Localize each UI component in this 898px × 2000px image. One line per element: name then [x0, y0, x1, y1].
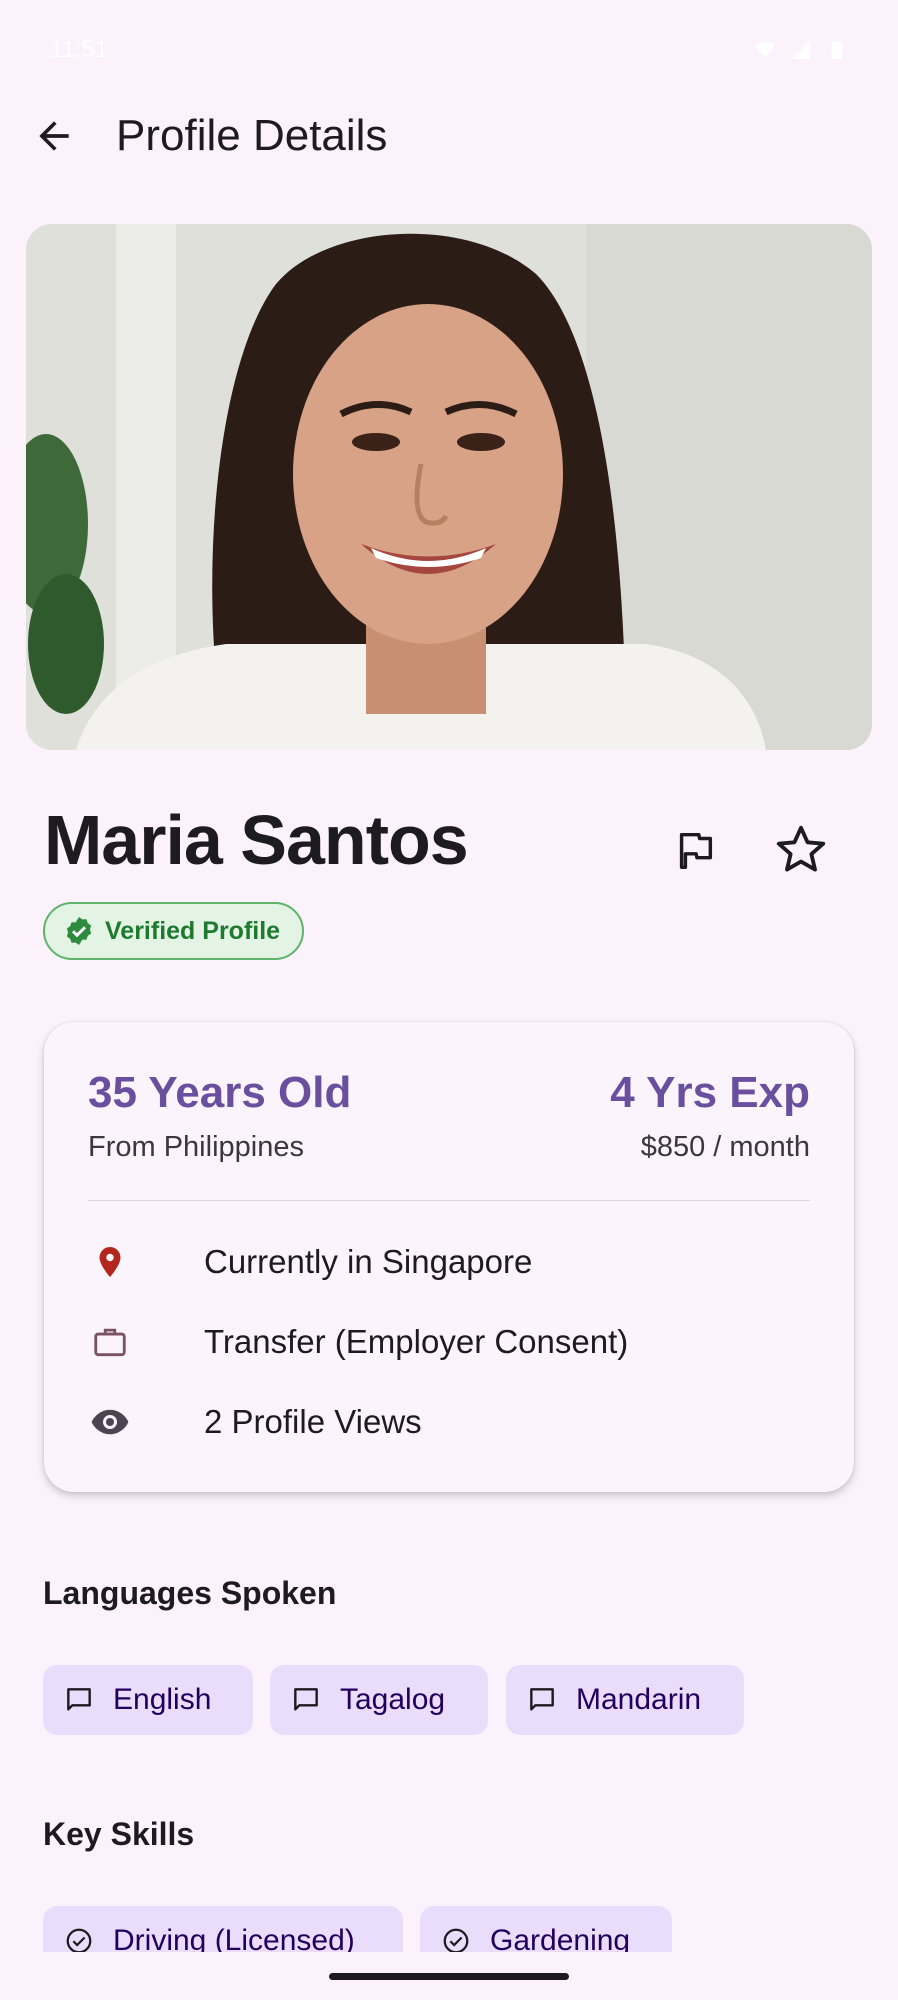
- chat-icon: [524, 1682, 560, 1718]
- chat-icon: [288, 1682, 324, 1718]
- profile-name: Maria Santos: [44, 801, 469, 879]
- check-circle-icon: [61, 1923, 97, 1952]
- experience-value: 4 Yrs Exp: [610, 1068, 810, 1117]
- verified-badge: Verified Profile: [43, 902, 305, 960]
- favorite-button[interactable]: [766, 815, 836, 885]
- wifi-icon: [754, 39, 776, 61]
- briefcase-icon: [88, 1320, 132, 1364]
- report-button[interactable]: [660, 815, 730, 885]
- skill-label: Gardening: [490, 1924, 631, 1952]
- status-bar: 11:51: [0, 0, 898, 100]
- chat-icon: [61, 1682, 97, 1718]
- views-row: 2 Profile Views: [88, 1392, 422, 1452]
- language-label: English: [113, 1683, 212, 1716]
- signal-icon: [790, 39, 812, 61]
- page-title: Profile Details: [116, 111, 388, 160]
- home-indicator[interactable]: [329, 1973, 569, 1980]
- skill-chip-driving[interactable]: Driving (Licensed): [43, 1906, 403, 1952]
- card-divider: [88, 1200, 810, 1201]
- language-chip-mandarin[interactable]: Mandarin: [506, 1665, 744, 1735]
- profile-summary-card: 35 Years Old From Philippines 4 Yrs Exp …: [44, 1022, 854, 1492]
- transfer-text: Transfer (Employer Consent): [204, 1323, 629, 1360]
- skill-label: Driving (Licensed): [113, 1924, 355, 1952]
- skills-chip-row: Driving (Licensed) Gardening: [0, 1900, 898, 1952]
- skills-title: Key Skills: [43, 1816, 195, 1852]
- verified-check-icon: [66, 917, 92, 945]
- views-text: 2 Profile Views: [204, 1403, 422, 1440]
- back-button[interactable]: [24, 106, 84, 166]
- profile-photo: [26, 224, 872, 750]
- status-time: 11:51: [50, 36, 109, 63]
- language-label: Mandarin: [576, 1683, 702, 1716]
- language-label: Tagalog: [340, 1683, 446, 1716]
- origin-value: From Philippines: [88, 1131, 304, 1163]
- transfer-row: Transfer (Employer Consent): [88, 1312, 628, 1372]
- location-text: Currently in Singapore: [204, 1243, 533, 1280]
- location-row: Currently in Singapore: [88, 1232, 532, 1292]
- salary-value: $850 / month: [640, 1131, 810, 1163]
- verified-label: Verified Profile: [105, 916, 281, 945]
- app-header: Profile Details: [0, 100, 898, 172]
- skill-chip-gardening[interactable]: Gardening: [420, 1906, 672, 1952]
- flag-icon: [679, 832, 713, 869]
- back-arrow-icon: [39, 121, 69, 151]
- status-icons: [754, 39, 848, 61]
- eye-icon: [88, 1400, 132, 1444]
- check-circle-icon: [438, 1923, 474, 1952]
- languages-title: Languages Spoken: [43, 1575, 337, 1611]
- age-value: 35 Years Old: [88, 1068, 352, 1117]
- location-pin-icon: [88, 1240, 132, 1284]
- battery-icon: [826, 39, 848, 61]
- language-chip-tagalog[interactable]: Tagalog: [270, 1665, 488, 1735]
- star-icon: [776, 825, 826, 872]
- language-chip-english[interactable]: English: [43, 1665, 253, 1735]
